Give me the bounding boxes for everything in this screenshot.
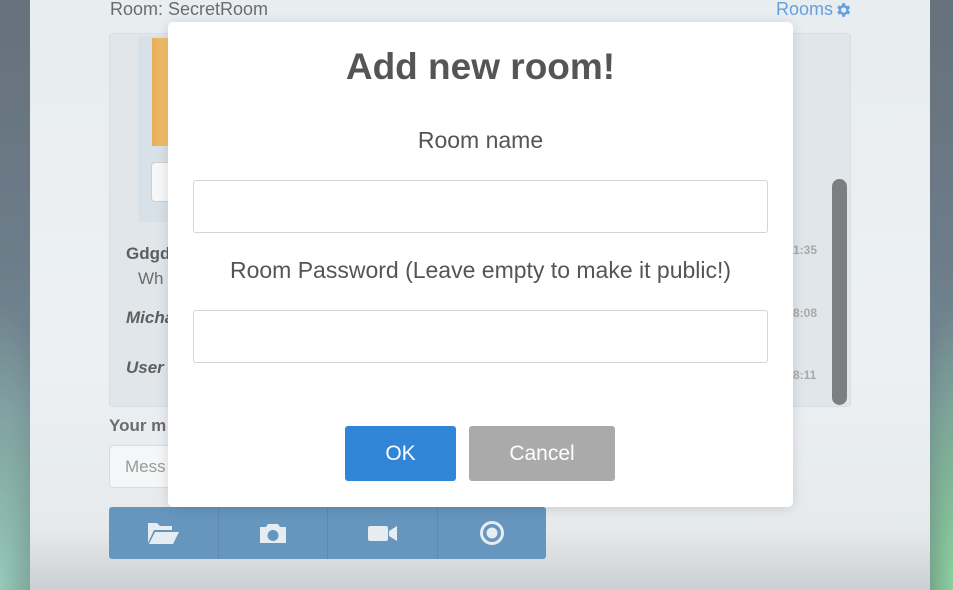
room-password-input[interactable] bbox=[193, 310, 768, 363]
room-password-label: Room Password (Leave empty to make it pu… bbox=[229, 257, 732, 283]
ok-button[interactable]: OK bbox=[345, 426, 456, 481]
dialog-title: Add new room! bbox=[345, 46, 616, 87]
cancel-button[interactable]: Cancel bbox=[469, 426, 615, 481]
room-name-input[interactable] bbox=[193, 180, 768, 233]
room-name-label: Room name bbox=[417, 127, 544, 153]
add-room-dialog: Add new room! Room name Room Password (L… bbox=[168, 22, 793, 507]
